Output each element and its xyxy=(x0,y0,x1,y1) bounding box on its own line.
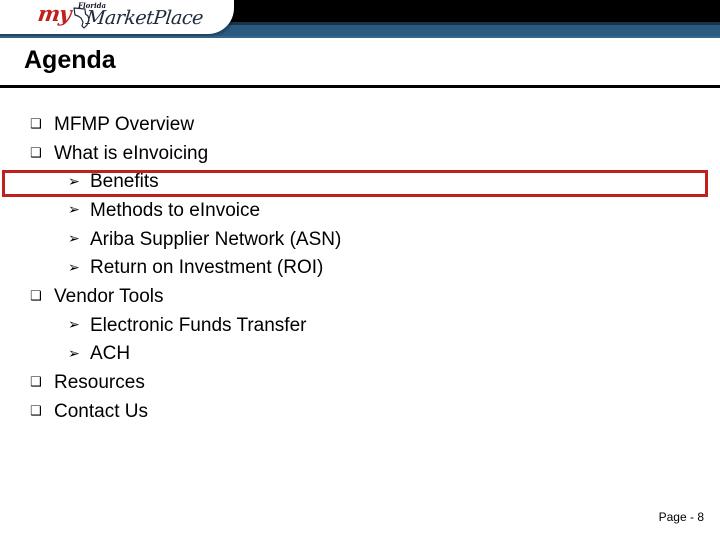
list-item[interactable]: ❑ Contact Us xyxy=(0,397,720,426)
list-item[interactable]: ➢ Methods to eInvoice xyxy=(0,196,720,225)
list-item[interactable]: ➢ Ariba Supplier Network (ASN) xyxy=(0,225,720,254)
arrow-bullet-icon: ➢ xyxy=(68,202,80,219)
list-item[interactable]: ❑ What is eInvoicing xyxy=(0,139,720,168)
list-item[interactable]: ➢ Return on Investment (ROI) xyxy=(0,253,720,282)
list-item-label: Ariba Supplier Network (ASN) xyxy=(90,228,342,250)
logo-plate: my Florida MarketPlace xyxy=(0,0,234,34)
list-item-highlighted[interactable]: ➢ Benefits xyxy=(0,167,720,196)
page-number: Page - 8 xyxy=(658,510,704,524)
square-bullet-icon: ❑ xyxy=(30,116,42,132)
page-title: Agenda xyxy=(24,46,116,74)
myfloridamarketplace-logo: my Florida MarketPlace xyxy=(0,0,234,34)
title-divider xyxy=(0,85,720,88)
list-item-label: Contact Us xyxy=(54,400,148,422)
arrow-bullet-icon: ➢ xyxy=(68,231,80,248)
list-item-label: Vendor Tools xyxy=(54,285,164,307)
list-item-label: Benefits xyxy=(90,171,159,193)
list-item-label: ACH xyxy=(90,343,131,365)
square-bullet-icon: ❑ xyxy=(30,145,42,161)
header-banner: my Florida MarketPlace xyxy=(0,0,720,38)
square-bullet-icon: ❑ xyxy=(30,375,42,391)
list-item-label: Resources xyxy=(54,372,145,394)
list-item[interactable]: ➢ ACH xyxy=(0,340,720,369)
list-item-label: Return on Investment (ROI) xyxy=(90,257,324,279)
arrow-bullet-icon: ➢ xyxy=(68,317,80,334)
arrow-bullet-icon: ➢ xyxy=(68,173,80,190)
list-item[interactable]: ❑ MFMP Overview xyxy=(0,110,720,139)
agenda-list: ❑ MFMP Overview ❑ What is eInvoicing ➢ B… xyxy=(0,110,720,426)
logo-my-text: my xyxy=(36,1,73,26)
list-item[interactable]: ❑ Resources xyxy=(0,368,720,397)
arrow-bullet-icon: ➢ xyxy=(68,259,80,276)
list-item-label: Methods to eInvoice xyxy=(90,199,261,221)
square-bullet-icon: ❑ xyxy=(30,288,42,304)
arrow-bullet-icon: ➢ xyxy=(68,345,80,362)
logo-marketplace-text: MarketPlace xyxy=(84,7,204,29)
list-item-label: Electronic Funds Transfer xyxy=(90,314,307,336)
list-item-label: MFMP Overview xyxy=(54,113,195,135)
list-item[interactable]: ❑ Vendor Tools xyxy=(0,282,720,311)
square-bullet-icon: ❑ xyxy=(30,403,42,419)
list-item[interactable]: ➢ Electronic Funds Transfer xyxy=(0,311,720,340)
list-item-label: What is eInvoicing xyxy=(54,142,209,164)
